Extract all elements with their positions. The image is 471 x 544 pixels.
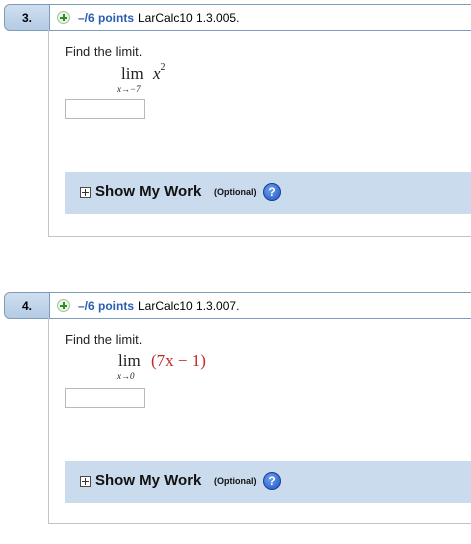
- function-exponent: 2: [160, 62, 166, 74]
- points-link[interactable]: –/6 points: [78, 299, 134, 313]
- points-link[interactable]: –/6 points: [78, 11, 134, 25]
- question-number: 4.: [22, 299, 33, 313]
- show-my-work-label[interactable]: Show My Work: [95, 472, 201, 489]
- optional-label: (Optional): [214, 476, 257, 486]
- question-code: LarCalc10 1.3.007.: [138, 299, 240, 313]
- expand-icon[interactable]: [80, 476, 91, 487]
- limit-function: (7x − 1): [151, 351, 206, 370]
- lim-operator: lim: [118, 351, 141, 370]
- question-number: 3.: [22, 11, 33, 25]
- limit-function: x2: [153, 62, 166, 84]
- show-my-work-label[interactable]: Show My Work: [95, 183, 201, 200]
- question-body: Find the limit. lim x→−7 x2 Show My Work…: [48, 30, 471, 237]
- lim-subscript: x→0: [117, 371, 135, 381]
- function-base: x: [153, 64, 161, 83]
- question-header-info: –/6 points LarCalc10 1.3.007.: [49, 293, 471, 318]
- answer-input[interactable]: [65, 388, 145, 408]
- show-my-work-bar[interactable]: Show My Work (Optional) ?: [65, 461, 471, 503]
- question-header: 3. –/6 points LarCalc10 1.3.005.: [4, 4, 471, 31]
- add-points-icon[interactable]: [57, 11, 70, 24]
- question-body: Find the limit. lim x→0 (7x − 1) Show My…: [48, 318, 471, 524]
- lim-subscript: x→−7: [117, 84, 141, 94]
- help-icon[interactable]: ?: [263, 472, 281, 490]
- help-icon[interactable]: ?: [263, 183, 281, 201]
- answer-input[interactable]: [65, 99, 145, 119]
- question-prompt: Find the limit.: [65, 332, 143, 347]
- add-points-icon[interactable]: [57, 299, 70, 312]
- expand-icon[interactable]: [80, 187, 91, 198]
- question-header-info: –/6 points LarCalc10 1.3.005.: [49, 5, 471, 30]
- optional-label: (Optional): [214, 187, 257, 197]
- question-prompt: Find the limit.: [65, 44, 143, 59]
- lim-operator: lim: [121, 64, 144, 83]
- question-code: LarCalc10 1.3.005.: [138, 11, 240, 25]
- show-my-work-bar[interactable]: Show My Work (Optional) ?: [65, 172, 471, 214]
- question-header: 4. –/6 points LarCalc10 1.3.007.: [4, 292, 471, 319]
